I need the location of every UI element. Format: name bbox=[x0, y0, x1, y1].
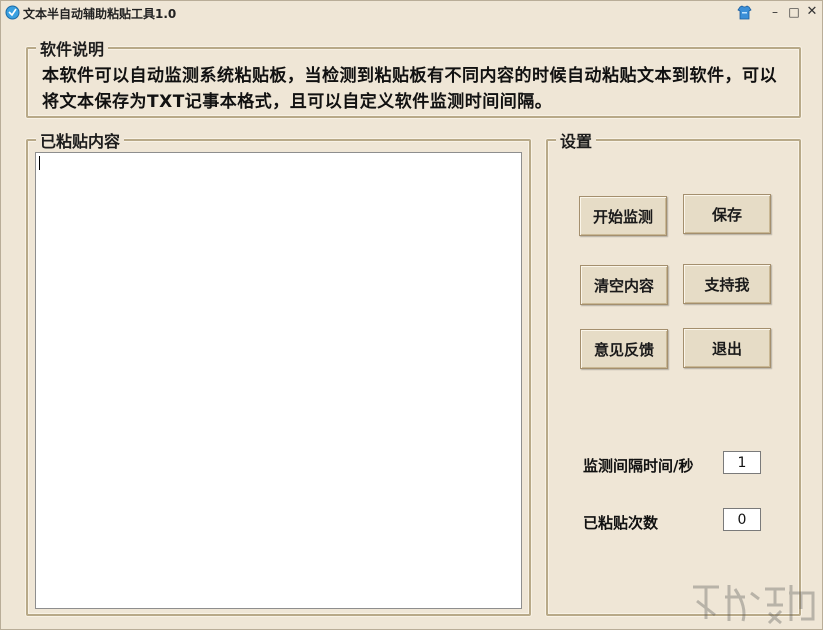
description-text: 本软件可以自动监测系统粘贴板，当检测到粘贴板有不同内容的时候自动粘贴文本到软件，… bbox=[42, 66, 777, 112]
maximize-icon[interactable]: □ bbox=[786, 3, 802, 21]
pasted-content-textarea[interactable] bbox=[35, 152, 522, 609]
paste-count-label: 已粘贴次数 bbox=[583, 514, 659, 532]
support-button[interactable]: 支持我 bbox=[683, 264, 771, 304]
start-monitor-button[interactable]: 开始监测 bbox=[579, 196, 667, 236]
minimize-icon[interactable]: – bbox=[767, 3, 783, 21]
exit-button[interactable]: 退出 bbox=[683, 328, 771, 368]
watermark-logo bbox=[693, 585, 815, 625]
interval-label: 监测间隔时间/秒 bbox=[583, 457, 694, 475]
settings-group: 设置 开始监测 保存 清空内容 支持我 意见反馈 退出 监测间隔时间/秒 1 已… bbox=[546, 128, 801, 616]
app-icon bbox=[5, 5, 20, 20]
settings-legend: 设置 bbox=[556, 128, 597, 152]
interval-input[interactable]: 1 bbox=[723, 451, 761, 474]
content-legend: 已粘贴内容 bbox=[36, 128, 125, 152]
app-window: 文本半自动辅助粘贴工具1.0 – □ ✕ 软件说明 本软件可以自动监测系统粘贴板… bbox=[0, 0, 823, 630]
title-bar[interactable]: 文本半自动辅助粘贴工具1.0 – □ ✕ bbox=[1, 1, 822, 25]
clear-content-button[interactable]: 清空内容 bbox=[580, 265, 668, 305]
window-title: 文本半自动辅助粘贴工具1.0 bbox=[23, 7, 177, 21]
description-legend: 软件说明 bbox=[36, 36, 109, 60]
skin-icon[interactable] bbox=[736, 4, 753, 21]
description-group: 软件说明 本软件可以自动监测系统粘贴板，当检测到粘贴板有不同内容的时候自动粘贴文… bbox=[26, 36, 801, 118]
content-group: 已粘贴内容 bbox=[26, 128, 531, 616]
paste-count-value: 0 bbox=[723, 508, 761, 531]
text-caret bbox=[39, 156, 40, 170]
save-button[interactable]: 保存 bbox=[683, 194, 771, 234]
feedback-button[interactable]: 意见反馈 bbox=[580, 329, 668, 369]
close-icon[interactable]: ✕ bbox=[804, 3, 820, 21]
